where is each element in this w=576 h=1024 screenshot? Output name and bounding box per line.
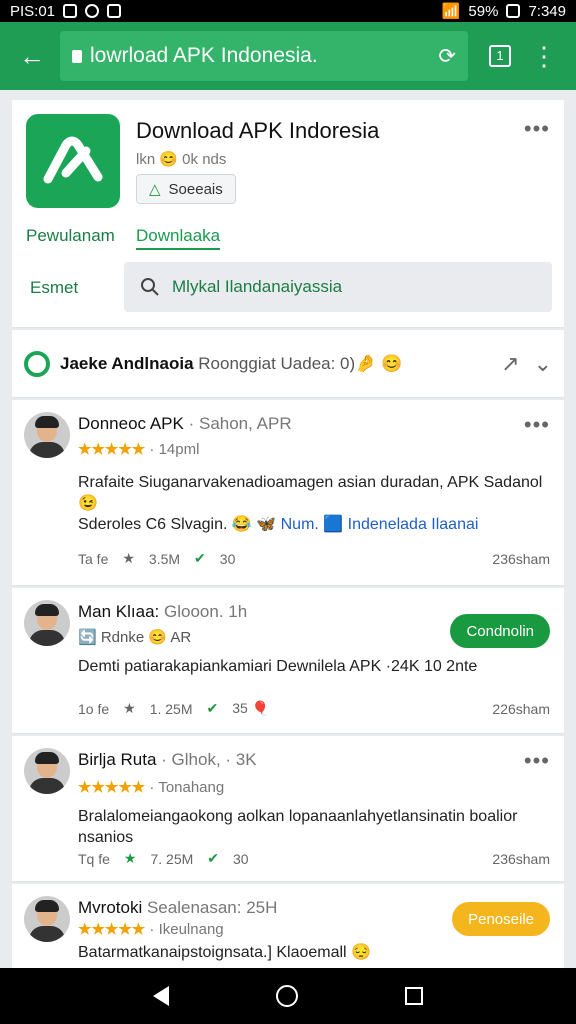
status-bar: PIS:01 📶 59% 7:349 — [0, 0, 576, 22]
browser-toolbar: ← lowrload APK Indonesia. ⟳ 1 ⋮ — [0, 22, 576, 90]
star-icon[interactable]: ★ — [122, 550, 135, 567]
post-more-icon[interactable]: ••• — [524, 748, 550, 774]
notification-icon — [63, 4, 78, 18]
post-author: Birlja Ruta · Glhok, · 3K — [78, 750, 257, 769]
avatar[interactable] — [24, 896, 70, 942]
star-icon[interactable]: ★ — [123, 700, 136, 717]
avatar[interactable] — [24, 600, 70, 646]
post-meta: 1o fe ★ 1. 25M ✔ 35 🎈 226sham — [78, 700, 550, 717]
tab-downlaaka[interactable]: Downlaaka — [136, 226, 221, 250]
nav-back-icon[interactable] — [153, 986, 170, 1006]
chevron-down-icon[interactable]: ⌄ — [534, 351, 552, 377]
follow-button[interactable]: Condnolin — [450, 614, 550, 648]
post-body: Demti patiarakapiankamiari Dewnilela APK… — [78, 658, 478, 675]
post-card: Man Klıaa: Glooon. 1h 🔄 Rdnke 😊 AR Condn… — [12, 588, 564, 734]
battery-icon — [506, 4, 521, 18]
nav-recents-icon[interactable] — [404, 987, 423, 1005]
chip-label: Soeeais — [168, 180, 223, 198]
search-icon — [141, 278, 159, 296]
app-chip[interactable]: △ Soeeais — [136, 174, 236, 204]
post-sub: 🔄 Rdnke 😊 AR — [78, 629, 192, 646]
post-body: Bralalomeiangaokong aolkan lopanaanlahye… — [78, 808, 518, 846]
eye-icon — [85, 4, 100, 18]
battery-text: 59% — [468, 2, 499, 20]
star-icon[interactable]: ★ — [124, 850, 137, 867]
post-author: Mvrotoki Sealenasan: 25H — [78, 898, 278, 917]
check-icon[interactable]: ✔ — [207, 850, 219, 867]
wifi-icon: 📶 — [441, 3, 461, 20]
system-nav-bar — [0, 968, 576, 1024]
post-more-icon[interactable]: ••• — [524, 412, 550, 438]
avatar[interactable] — [24, 748, 70, 794]
more-icon[interactable]: ••• — [524, 116, 550, 142]
tab-pewulanam[interactable]: Pewulanam — [26, 226, 115, 246]
overflow-menu-icon[interactable]: ⋮ — [522, 34, 566, 78]
back-arrow-icon[interactable]: ← — [10, 34, 54, 78]
nav-home-icon[interactable] — [275, 985, 298, 1007]
reload-icon[interactable]: ⟳ — [438, 44, 456, 69]
post-body: Batarmatkanaipstoignsata.] Klaoemall 😔 — [78, 944, 371, 961]
app-logo-icon — [43, 136, 103, 184]
post-meta: Ta fe ★ 3.5M ✔ 30 236sham — [78, 550, 550, 567]
post-author: Donneoc APK · Sahon, APR — [78, 414, 292, 433]
action-button[interactable]: Penoseile — [452, 902, 550, 936]
avatar[interactable] — [24, 412, 70, 458]
app-icon — [26, 114, 120, 208]
share-icon[interactable]: ↗ — [501, 351, 519, 377]
app-subtitle: lkn 😊 0k nds — [136, 151, 227, 168]
message-icon — [107, 4, 122, 18]
check-icon[interactable]: ✔ — [194, 550, 206, 567]
status-left-text: PIS:01 — [10, 2, 56, 20]
post-body: Rrafaite Siuganarvakenadioamagen asian d… — [78, 474, 543, 533]
search-text: Mlykal Ilandanaiyassia — [172, 277, 343, 296]
post-author: Man Klıaa: Glooon. 1h — [78, 602, 248, 621]
app-title: Download APK Indoresia — [136, 118, 380, 143]
post-rating: ★★★★★ · Tonahang — [78, 779, 225, 796]
url-text: lowrload APK Indonesia. — [90, 44, 318, 67]
search-label: Esmet — [30, 278, 79, 297]
discussion-header: Jaeke Andlnaoia Roonggiat Uadea: 0)🤌 😊 ↗… — [12, 330, 564, 398]
discussion-title: Jaeke Andlnaoia Roonggiat Uadea: 0)🤌 😊 — [60, 353, 403, 373]
post-meta: Tq fe ★ 7. 25M ✔ 30 236sham — [78, 850, 550, 867]
search-input[interactable]: Mlykal Ilandanaiyassia — [124, 262, 552, 312]
triangle-icon: △ — [149, 181, 161, 198]
tabs-icon: 1 — [489, 45, 511, 67]
post-card: Donneoc APK · Sahon, APR ••• ★★★★★ · 14p… — [12, 400, 564, 586]
post-rating: ★★★★★ · 14pml — [78, 441, 200, 458]
app-card: Download APK Indoresia lkn 😊 0k nds △ So… — [12, 100, 564, 328]
post-rating: ★★★★★ · Ikeulnang — [78, 921, 224, 938]
url-bar[interactable]: lowrload APK Indonesia. ⟳ — [60, 31, 468, 81]
discussion-logo-icon — [24, 350, 50, 377]
post-card: Birlja Ruta · Glhok, · 3K ••• ★★★★★ · To… — [12, 736, 564, 882]
check-icon[interactable]: ✔ — [207, 700, 219, 717]
lock-icon — [72, 49, 82, 63]
post-card: Mvrotoki Sealenasan: 25H ★★★★★ · Ikeulna… — [12, 884, 564, 968]
status-time: 7:349 — [528, 2, 566, 20]
tabs-button[interactable]: 1 — [478, 34, 522, 78]
